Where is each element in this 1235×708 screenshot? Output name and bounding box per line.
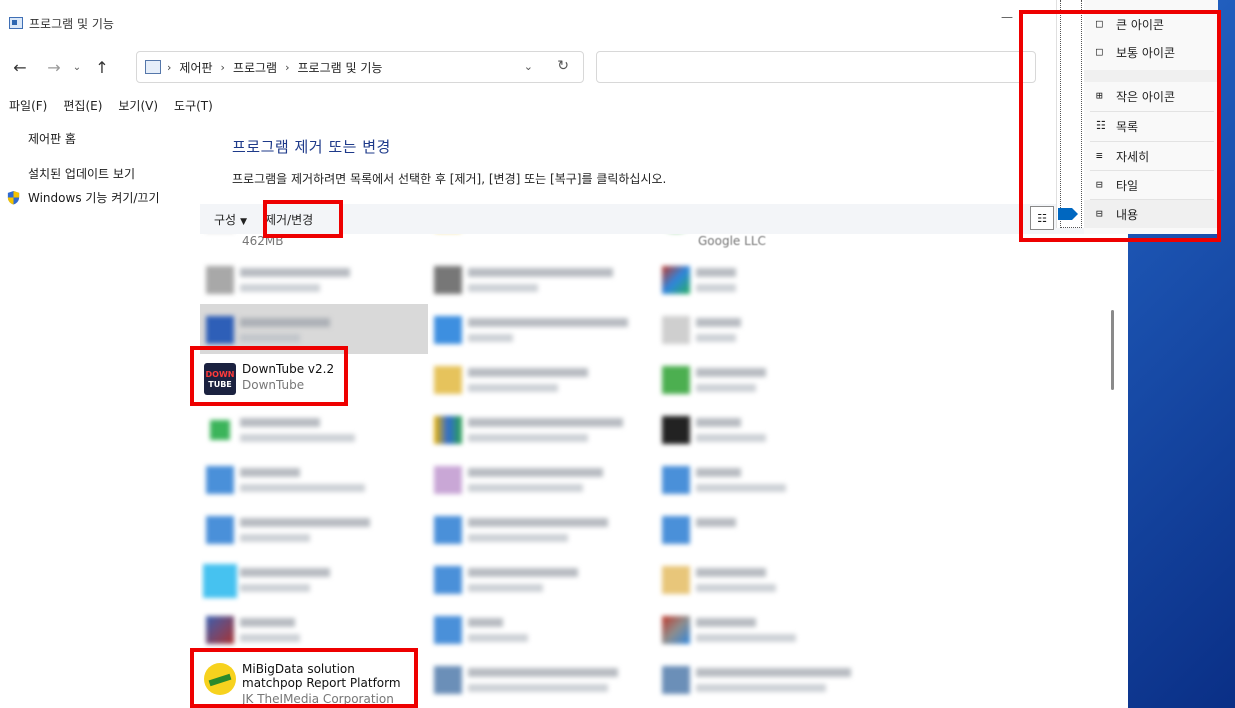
organize-label: 구성 — [214, 212, 237, 227]
programs-and-features-window: 프로그램 및 기능 — ← → ⌄ ↑ › 제어판 › 프로그램 › 프로그램 … — [0, 0, 1128, 708]
breadcrumb-control-panel[interactable]: 제어판 — [179, 59, 212, 76]
sidebar-item-installed-updates[interactable]: 설치된 업데이트 보기 — [28, 165, 135, 182]
list-item[interactable] — [656, 504, 881, 554]
chevron-down-icon: ▼ — [240, 216, 248, 227]
address-bar[interactable]: › 제어판 › 프로그램 › 프로그램 및 기능 ⌄ ↻ — [136, 51, 584, 83]
menu-tools[interactable]: 도구(T) — [166, 97, 221, 114]
program-list: 462MB Google LLC DOWN TUBE DownTube v2.2… — [200, 234, 1106, 708]
list-item[interactable] — [200, 254, 425, 304]
menu-view[interactable]: 보기(V) — [110, 97, 166, 114]
list-item[interactable] — [428, 304, 653, 354]
recent-locations-chevron-icon[interactable]: ⌄ — [68, 53, 86, 81]
list-item[interactable] — [428, 354, 653, 404]
list-item[interactable] — [656, 404, 881, 454]
program-publisher: Google LLC — [698, 234, 766, 248]
list-item[interactable] — [428, 404, 653, 454]
up-arrow-icon[interactable]: ↑ — [88, 53, 116, 81]
sidebar-item-control-panel-home[interactable]: 제어판 홈 — [28, 130, 76, 147]
list-item[interactable] — [428, 504, 653, 554]
breadcrumb-programs[interactable]: 프로그램 — [233, 59, 277, 76]
highlight-box-view-menu — [1019, 10, 1221, 242]
breadcrumb-separator-icon: › — [167, 60, 172, 74]
search-input[interactable] — [596, 51, 1036, 83]
breadcrumb-programs-and-features[interactable]: 프로그램 및 기능 — [298, 59, 383, 76]
breadcrumb-separator-icon: › — [285, 60, 290, 74]
menu-edit[interactable]: 편집(E) — [55, 97, 110, 114]
list-item[interactable] — [428, 604, 653, 654]
scrollbar-thumb[interactable] — [1111, 310, 1114, 390]
list-item[interactable] — [200, 554, 425, 604]
refresh-icon[interactable]: ↻ — [557, 58, 569, 74]
page-description: 프로그램을 제거하려면 목록에서 선택한 후 [제거], [변경] 또는 [복구… — [232, 172, 667, 186]
list-item[interactable] — [428, 454, 653, 504]
list-item[interactable] — [428, 554, 653, 604]
list-item[interactable] — [200, 604, 425, 654]
minimize-icon[interactable]: — — [1001, 10, 1013, 24]
menu-file[interactable]: 파일(F) — [0, 97, 55, 114]
vertical-scrollbar[interactable] — [1106, 234, 1120, 708]
control-panel-icon — [9, 17, 23, 29]
title-bar: 프로그램 및 기능 — — [0, 8, 1128, 38]
list-item[interactable] — [428, 254, 653, 304]
list-item[interactable] — [656, 304, 881, 354]
list-item[interactable] — [200, 504, 425, 554]
highlight-box-downtube — [190, 346, 348, 406]
list-item[interactable] — [656, 454, 881, 504]
page-title: 프로그램 제거 또는 변경 — [232, 138, 391, 156]
highlight-box-uninstall — [263, 200, 343, 238]
sidebar-item-windows-features[interactable]: Windows 기능 켜기/끄기 — [28, 189, 159, 206]
forward-arrow-icon[interactable]: → — [40, 53, 68, 81]
list-item[interactable] — [200, 454, 425, 504]
list-item[interactable] — [656, 254, 881, 304]
list-item[interactable] — [200, 404, 425, 454]
menu-bar: 파일(F) 편집(E) 보기(V) 도구(T) — [0, 94, 221, 116]
list-item[interactable] — [428, 654, 653, 704]
back-arrow-icon[interactable]: ← — [6, 53, 34, 81]
list-item[interactable] — [656, 654, 881, 704]
highlight-box-mibigdata — [190, 648, 418, 708]
list-item[interactable] — [656, 554, 881, 604]
list-item[interactable] — [656, 604, 881, 654]
address-dropdown-chevron-icon[interactable]: ⌄ — [524, 60, 533, 73]
organize-button[interactable]: 구성 ▼ — [208, 211, 253, 228]
navigation-bar: ← → ⌄ ↑ › 제어판 › 프로그램 › 프로그램 및 기능 ⌄ ↻ — [0, 48, 1128, 86]
control-panel-small-icon — [145, 60, 161, 74]
breadcrumb-separator-icon: › — [220, 60, 225, 74]
uac-shield-icon — [7, 190, 20, 205]
window-title: 프로그램 및 기능 — [29, 16, 114, 31]
list-item[interactable] — [656, 354, 881, 404]
